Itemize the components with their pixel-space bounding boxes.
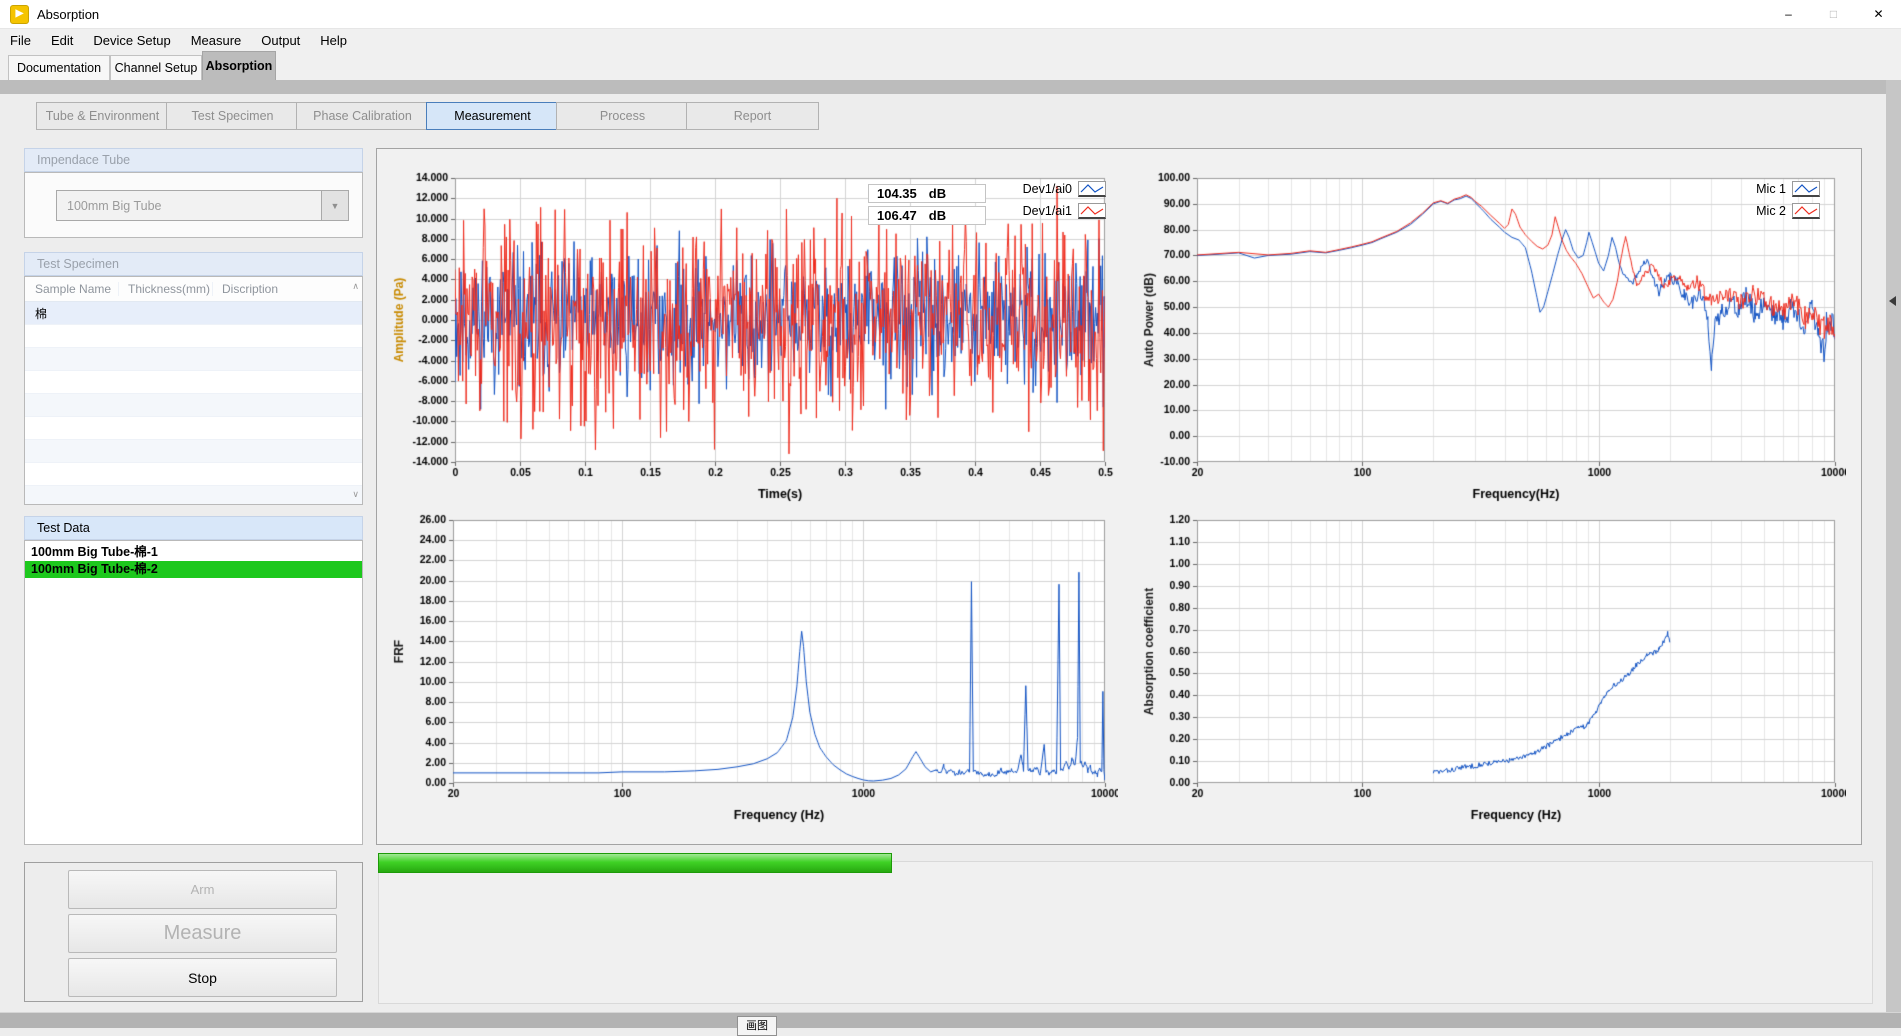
main-tab-strip: Documentation Channel Setup Absorption — [0, 50, 1901, 80]
legend-label-mic1: Mic 1 — [1718, 182, 1786, 196]
zigzag-line-icon — [1795, 185, 1817, 192]
zigzag-line-icon — [1081, 185, 1103, 192]
subtab-tube-environment[interactable]: Tube & Environment — [36, 102, 169, 130]
level-unit: dB — [929, 186, 946, 201]
app-icon: ▶ — [10, 5, 29, 24]
measurement-progress-bar — [378, 853, 892, 873]
menu-edit[interactable]: Edit — [41, 33, 83, 48]
subtab-process[interactable]: Process — [556, 102, 689, 130]
table-row[interactable] — [25, 348, 362, 371]
table-row[interactable] — [25, 371, 362, 394]
col-discription: Discription — [212, 282, 362, 296]
legend-label-dev1ai1: Dev1/ai1 — [1000, 204, 1072, 218]
impedance-tube-header: Impendace Tube — [24, 148, 363, 172]
table-header-row: Sample Name Thickness(mm) Discription — [25, 277, 362, 302]
menu-output[interactable]: Output — [251, 33, 310, 48]
subtab-measurement[interactable]: Measurement — [426, 102, 559, 130]
test-data-header: Test Data — [24, 516, 363, 540]
panel-collapse-icon[interactable] — [1889, 296, 1896, 306]
col-sample-name: Sample Name — [25, 282, 118, 296]
table-row[interactable]: 棉 — [25, 302, 362, 325]
level-unit: dB — [929, 208, 946, 223]
test-specimen-header: Test Specimen — [24, 252, 363, 276]
auto-power-chart — [1134, 166, 1846, 514]
list-item-selected[interactable]: 100mm Big Tube-棉-2 — [25, 561, 362, 578]
frf-chart — [384, 508, 1118, 828]
level-indicator-ai0: 104.35 dB — [868, 184, 986, 203]
zigzag-line-icon — [1081, 207, 1103, 214]
test-specimen-table: Sample Name Thickness(mm) Discription 棉 … — [24, 276, 363, 505]
legend-label-dev1ai0: Dev1/ai0 — [1000, 182, 1072, 196]
measure-button[interactable]: Measure — [68, 914, 337, 953]
title-bar: ▶ Absorption – □ ✕ — [0, 0, 1901, 28]
chevron-down-icon[interactable]: ▼ — [321, 191, 348, 220]
test-data-list: 100mm Big Tube-棉-1 100mm Big Tube-棉-2 — [24, 540, 363, 845]
table-row[interactable] — [25, 394, 362, 417]
table-row[interactable] — [25, 325, 362, 348]
legend-swatch-dev1ai1[interactable] — [1078, 203, 1106, 219]
menu-help[interactable]: Help — [310, 33, 357, 48]
table-row[interactable] — [25, 486, 362, 505]
table-row[interactable] — [25, 417, 362, 440]
background-window-tab[interactable]: 画图 — [737, 1016, 777, 1036]
subtab-phase-calibration[interactable]: Phase Calibration — [296, 102, 429, 130]
absorption-coefficient-chart — [1134, 508, 1846, 828]
close-button[interactable]: ✕ — [1856, 0, 1901, 28]
legend-swatch-mic2[interactable] — [1792, 203, 1820, 219]
legend-swatch-mic1[interactable] — [1792, 181, 1820, 197]
menu-measure[interactable]: Measure — [181, 33, 252, 48]
scroll-down-icon[interactable]: ∨ — [352, 489, 359, 500]
measure-button-group: Arm Measure Stop — [24, 862, 363, 1002]
status-panel — [378, 861, 1873, 1004]
tab-channel-setup[interactable]: Channel Setup — [110, 55, 202, 80]
menu-device-setup[interactable]: Device Setup — [83, 33, 180, 48]
level-value: 106.47 — [877, 208, 917, 223]
list-item[interactable]: 100mm Big Tube-棉-1 — [25, 544, 362, 561]
menu-bar: File Edit Device Setup Measure Output He… — [0, 28, 1901, 51]
table-row[interactable] — [25, 463, 362, 486]
impedance-tube-dropdown[interactable]: 100mm Big Tube ▼ — [56, 190, 349, 221]
col-thickness: Thickness(mm) — [118, 282, 212, 296]
level-value: 104.35 — [877, 186, 917, 201]
right-edge-strip — [1886, 80, 1901, 1012]
menu-file[interactable]: File — [0, 33, 41, 48]
subtab-report[interactable]: Report — [686, 102, 819, 130]
legend-swatch-dev1ai0[interactable] — [1078, 181, 1106, 197]
background-window-strip — [0, 1012, 1901, 1028]
maximize-button[interactable]: □ — [1811, 0, 1856, 28]
tab-page-edge — [0, 80, 1901, 94]
window-title: Absorption — [37, 7, 99, 22]
cell-sample-name: 棉 — [25, 305, 118, 322]
tab-documentation[interactable]: Documentation — [8, 55, 110, 80]
subtab-test-specimen[interactable]: Test Specimen — [166, 102, 299, 130]
tab-absorption[interactable]: Absorption — [202, 51, 276, 80]
table-row[interactable] — [25, 440, 362, 463]
arm-button[interactable]: Arm — [68, 870, 337, 909]
impedance-tube-dropdown-value: 100mm Big Tube — [57, 199, 321, 213]
stop-button[interactable]: Stop — [68, 958, 337, 997]
level-indicator-ai1: 106.47 dB — [868, 206, 986, 225]
legend-label-mic2: Mic 2 — [1718, 204, 1786, 218]
minimize-button[interactable]: – — [1766, 0, 1811, 28]
absorption-app-window: { "window": { "title": "Absorption", "co… — [0, 0, 1901, 1028]
time-waveform-chart — [384, 166, 1118, 514]
zigzag-line-icon — [1795, 207, 1817, 214]
scroll-up-icon[interactable]: ∧ — [352, 281, 359, 292]
